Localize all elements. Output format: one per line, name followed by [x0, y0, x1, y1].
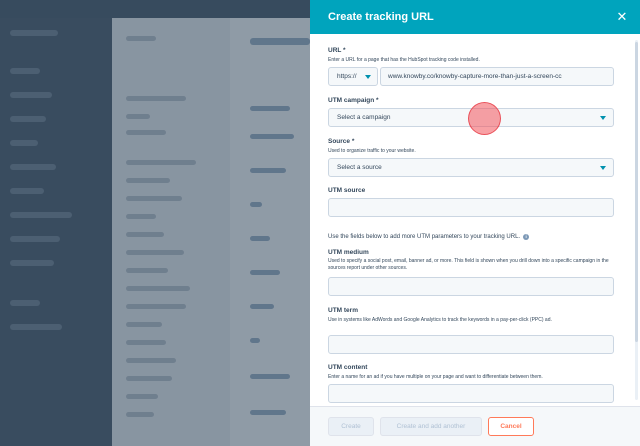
close-icon: ✕	[616, 9, 628, 24]
utm-term-input[interactable]	[328, 335, 614, 354]
panel-footer: Create Create and add another Cancel	[310, 406, 640, 446]
utm-content-input[interactable]	[328, 384, 614, 403]
create-button[interactable]: Create	[328, 417, 374, 436]
utm-content-label: UTM content	[328, 364, 368, 371]
utm-source-input[interactable]	[328, 198, 614, 217]
chevron-down-icon	[600, 116, 606, 120]
utm-source-label: UTM source	[328, 187, 366, 194]
url-value: www.knowby.co/knowby-capture-more-than-j…	[388, 73, 562, 80]
chevron-down-icon	[365, 75, 371, 79]
utm-campaign-value: Select a campaign	[337, 114, 391, 121]
url-input[interactable]: www.knowby.co/knowby-capture-more-than-j…	[380, 67, 614, 86]
utm-campaign-label: UTM campaign *	[328, 97, 379, 104]
cancel-button[interactable]: Cancel	[488, 417, 534, 436]
url-label: URL *	[328, 47, 346, 54]
panel-title: Create tracking URL	[328, 11, 434, 23]
utm-info-line: Use the fields below to add more UTM par…	[328, 234, 530, 240]
utm-term-label: UTM term	[328, 307, 358, 314]
source-select[interactable]: Select a source	[328, 158, 614, 177]
url-help: Enter a URL for a page that has the HubS…	[328, 57, 480, 63]
panel-header: Create tracking URL ✕	[310, 0, 640, 34]
protocol-select[interactable]: https://	[328, 67, 378, 86]
utm-term-help: Use in systems like AdWords and Google A…	[328, 317, 552, 323]
click-indicator	[468, 102, 501, 135]
protocol-value: https://	[337, 73, 357, 80]
create-tracking-url-panel: Create tracking URL ✕ URL * Enter a URL …	[310, 0, 640, 446]
utm-medium-help: Used to specify a social post, email, ba…	[328, 258, 609, 271]
utm-medium-input[interactable]	[328, 277, 614, 296]
scrollbar-thumb[interactable]	[635, 42, 638, 342]
close-button[interactable]: ✕	[614, 9, 630, 25]
utm-medium-label: UTM medium	[328, 249, 369, 256]
chevron-down-icon	[600, 166, 606, 170]
source-help: Used to organize traffic to your website…	[328, 148, 416, 154]
utm-info-text: Use the fields below to add more UTM par…	[328, 234, 521, 240]
panel-body: URL * Enter a URL for a page that has th…	[310, 34, 640, 406]
source-label: Source *	[328, 138, 355, 145]
scrollbar[interactable]	[635, 40, 638, 400]
utm-content-help: Enter a name for an ad if you have multi…	[328, 374, 543, 380]
info-icon[interactable]: i	[523, 234, 530, 240]
source-value: Select a source	[337, 164, 382, 171]
create-and-add-another-button[interactable]: Create and add another	[380, 417, 482, 436]
